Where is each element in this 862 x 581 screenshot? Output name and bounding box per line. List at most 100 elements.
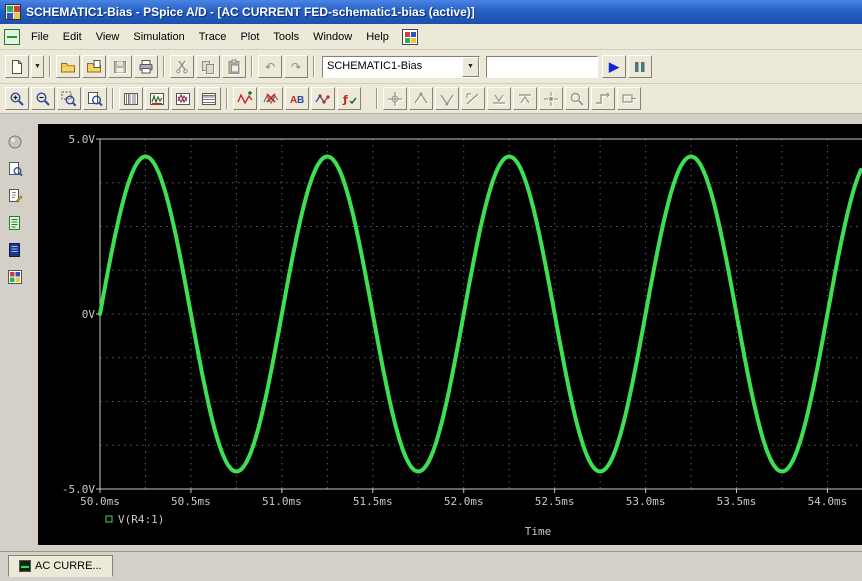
menu-file[interactable]: File [24,27,56,47]
waveform-plot-canvas[interactable]: 50.0ms 50.5ms 51.0ms 51.5ms 52.0ms 52.5ms 53.0… [38,124,862,545]
menu-help[interactable]: Help [359,27,396,47]
toggle-cursor-icon [388,91,402,106]
edit-simulation-profile-button[interactable] [4,186,26,206]
x-tick-label: 50.5ms [171,495,211,508]
run-button[interactable]: ▶ [602,55,626,78]
zoom-area-button[interactable] [57,87,81,110]
redo-arrow-icon: ↷ [290,59,302,74]
undo-arrow-icon: ↶ [264,59,276,74]
open-simulation-icon [87,59,101,72]
secondary-combobox[interactable] [486,55,598,78]
pspice-window: SCHEMATIC1-Bias - PSpice A/D - [AC CURRE… [0,0,862,581]
titlebar: SCHEMATIC1-Bias - PSpice A/D - [AC CURRE… [0,0,862,24]
mark-label-icon [622,93,636,103]
print-icon [139,59,153,73]
x-tick-label: 54.0ms [808,495,848,508]
pspice-app-icon[interactable] [5,4,21,20]
toolbar-separator [251,56,253,77]
next-transition-button[interactable] [591,87,615,110]
new-dropdown-button[interactable]: ▼ [31,55,44,78]
tab-label: AC CURRE... [35,560,102,572]
menu-trace[interactable]: Trace [192,27,234,47]
schematic-child-icon[interactable] [4,28,20,45]
plot-tabbar: AC CURRE... [0,551,862,581]
log-x-axis-button[interactable] [119,87,143,110]
cursor-trough-button[interactable] [435,87,459,110]
menu-simulation[interactable]: Simulation [126,27,191,47]
copy-button[interactable] [196,55,220,78]
cursor-point-button[interactable] [539,87,563,110]
tab-ac-current[interactable]: AC CURRE... [8,555,113,577]
y-tick-label: 0V [82,308,96,321]
toggle-cursor-button[interactable] [383,87,407,110]
new-button[interactable] [5,55,29,78]
mark-label-button[interactable] [617,87,641,110]
y-tick-label: -5.0V [62,483,95,496]
fourier-transform-icon [150,92,164,105]
view-output-file-icon [9,216,20,230]
dropdown-arrow-icon: ▼ [467,63,474,70]
paste-button[interactable] [222,55,246,78]
delete-traces-button[interactable] [259,87,283,110]
cursor-peak-button[interactable] [409,87,433,110]
text-label-button[interactable]: AB [285,87,309,110]
menubar: File Edit View Simulation Trace Plot Too… [0,24,862,50]
toolbar-separator [49,56,51,77]
x-tick-label: 51.5ms [353,495,393,508]
simulation-profile-combobox[interactable]: SCHEMATIC1-Bias ▼ [322,55,480,78]
dropdown-arrow-icon: ▼ [34,63,41,70]
view-circuit-file-button[interactable] [4,159,26,179]
menu-tools[interactable]: Tools [266,27,306,47]
open-simulation-button[interactable] [82,55,106,78]
zoom-fit-button[interactable] [83,87,107,110]
view-simulation-queue-button[interactable] [4,240,26,260]
menu-view[interactable]: View [89,27,127,47]
pause-button[interactable] [628,55,652,78]
paste-clipboard-icon [228,59,240,74]
menu-window[interactable]: Window [306,27,359,47]
undo-button[interactable]: ↶ [258,55,282,78]
cut-button[interactable] [170,55,194,78]
combobox-dropdown-button[interactable]: ▼ [462,56,479,77]
view-circuit-file-icon [9,162,23,177]
waveform-tab-icon [19,560,31,572]
view-output-file-button[interactable] [4,213,26,233]
fourier-transform-button[interactable] [145,87,169,110]
zoom-in-button[interactable] [5,87,29,110]
simulation-status-button[interactable] [4,132,26,152]
eval-goal-function-button[interactable]: ƒ [337,87,361,110]
x-tick-label: 52.5ms [535,495,575,508]
redo-button[interactable]: ↷ [284,55,308,78]
cursor-slope-button[interactable] [461,87,485,110]
menu-edit[interactable]: Edit [56,27,89,47]
legend-marker [105,515,113,523]
delete-traces-icon [263,92,279,104]
simulation-profile-value: SCHEMATIC1-Bias [327,59,423,72]
x-tick-label: 53.5ms [717,495,757,508]
log-y-axis-icon [202,92,216,105]
view-simulation-queue-icon [9,243,20,257]
open-button[interactable] [56,55,80,78]
cursor-min-button[interactable] [487,87,511,110]
svg-text:ƒ: ƒ [342,93,348,106]
zoom-out-button[interactable] [31,87,55,110]
plot-window: 50.0ms 50.5ms 51.0ms 51.5ms 52.0ms 52.5ms 53.0… [30,114,862,551]
legend-label[interactable]: V(R4:1) [118,513,164,526]
mark-data-points-icon [315,93,330,104]
pause-icon [635,61,645,72]
add-trace-button[interactable] [233,87,257,110]
y-tick-label: 5.0V [69,133,96,146]
performance-analysis-button[interactable] [171,87,195,110]
log-y-axis-button[interactable] [197,87,221,110]
cursor-slope-icon [466,92,479,105]
save-button[interactable] [108,55,132,78]
cursor-search-button[interactable] [565,87,589,110]
status-window-icon[interactable] [401,28,418,45]
svg-text:B: B [297,95,304,106]
simulation-settings-button[interactable] [4,267,26,287]
menu-plot[interactable]: Plot [233,27,266,47]
mark-data-points-button[interactable] [311,87,335,110]
cursor-max-button[interactable] [513,87,537,110]
print-button[interactable] [134,55,158,78]
add-trace-icon [237,90,253,104]
